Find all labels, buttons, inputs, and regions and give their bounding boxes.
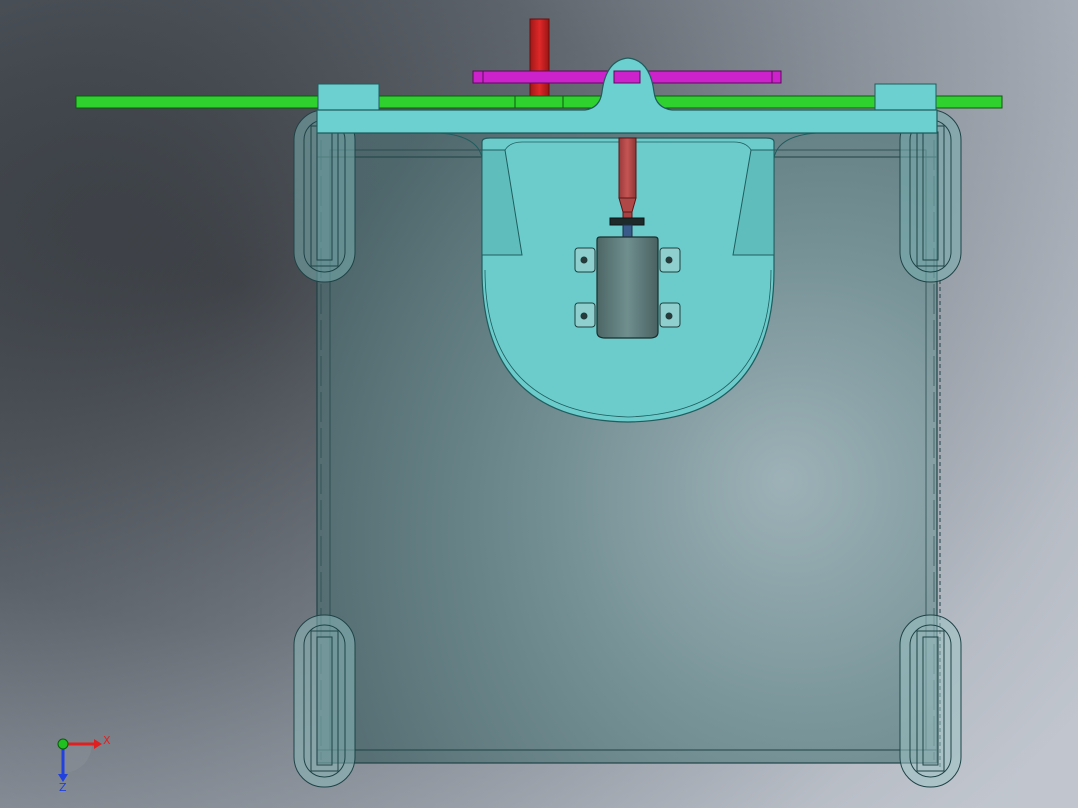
green-rail[interactable] xyxy=(75,95,1003,109)
triad-x-label: X xyxy=(103,734,111,747)
corner-slot-top-right[interactable] xyxy=(899,109,962,283)
rail-clip-left[interactable] xyxy=(317,83,380,111)
red-shaft-lower[interactable] xyxy=(618,137,637,199)
coupling-washer[interactable] xyxy=(609,217,645,226)
corner-slot-bottom-left[interactable] xyxy=(293,614,356,788)
triad-z-label: Z xyxy=(59,781,67,794)
rail-clip-right[interactable] xyxy=(874,83,937,111)
motor-body[interactable] xyxy=(596,236,659,339)
triad-y-axis-icon xyxy=(57,738,69,750)
bracket-slot xyxy=(613,70,641,84)
motor-mount-top-left[interactable] xyxy=(574,247,596,273)
graphics-viewport[interactable]: X Z xyxy=(0,0,1078,808)
motor-mount-bottom-left[interactable] xyxy=(574,302,596,328)
motor-mount-top-right[interactable] xyxy=(659,247,681,273)
corner-slot-bottom-right[interactable] xyxy=(899,614,962,788)
corner-slot-top-left[interactable] xyxy=(293,109,356,283)
motor-mount-bottom-right[interactable] xyxy=(659,302,681,328)
red-shaft-top[interactable] xyxy=(529,18,550,100)
